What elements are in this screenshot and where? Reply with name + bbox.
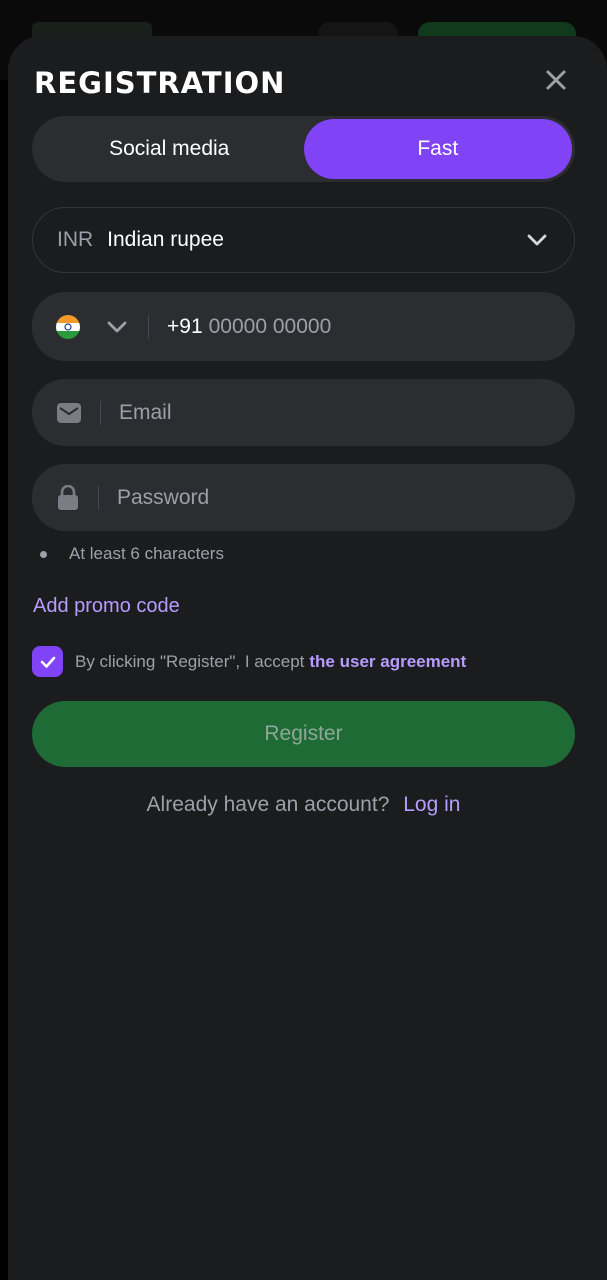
modal-title: REGISTRATION <box>34 66 286 100</box>
checkmark-icon <box>40 656 55 668</box>
lock-icon <box>58 484 78 510</box>
close-button[interactable] <box>540 64 572 96</box>
agreement-checkbox[interactable] <box>32 646 63 677</box>
bullet-icon <box>40 550 47 558</box>
field-divider <box>100 400 101 425</box>
chevron-down-icon <box>527 234 547 246</box>
agreement-text: By clicking "Register", I accept <box>75 651 305 671</box>
email-field <box>32 379 575 446</box>
password-input[interactable] <box>117 485 551 510</box>
password-hint-text: At least 6 characters <box>69 544 224 563</box>
india-flag-icon[interactable] <box>56 314 80 339</box>
field-divider <box>98 485 99 510</box>
currency-code: INR <box>57 228 94 251</box>
login-link[interactable]: Log in <box>403 793 460 816</box>
login-prompt-text: Already have an account? <box>146 793 390 816</box>
email-input[interactable] <box>119 400 551 425</box>
field-divider <box>148 314 149 339</box>
phone-prefix: +91 <box>167 314 203 338</box>
password-hint: At least 6 characters <box>40 544 224 564</box>
add-promo-code-link[interactable]: Add promo code <box>33 595 180 618</box>
chevron-down-icon[interactable] <box>104 314 130 340</box>
tab-social-media[interactable]: Social media <box>35 119 304 179</box>
login-prompt: Already have an account? Log in <box>0 793 607 817</box>
envelope-icon <box>57 402 81 423</box>
tab-fast[interactable]: Fast <box>303 119 572 179</box>
phone-input[interactable] <box>208 314 551 339</box>
phone-field: +91 <box>32 292 575 361</box>
currency-name: Indian rupee <box>107 228 224 251</box>
register-button[interactable]: Register <box>32 701 575 767</box>
user-agreement-row: By clicking "Register", I accept the use… <box>32 646 466 677</box>
currency-select[interactable]: INR Indian rupee <box>32 207 575 273</box>
password-field <box>32 464 575 531</box>
user-agreement-link[interactable]: the user agreement <box>309 652 466 672</box>
close-icon <box>546 70 566 90</box>
registration-type-tabs: Social media Fast <box>32 116 575 182</box>
